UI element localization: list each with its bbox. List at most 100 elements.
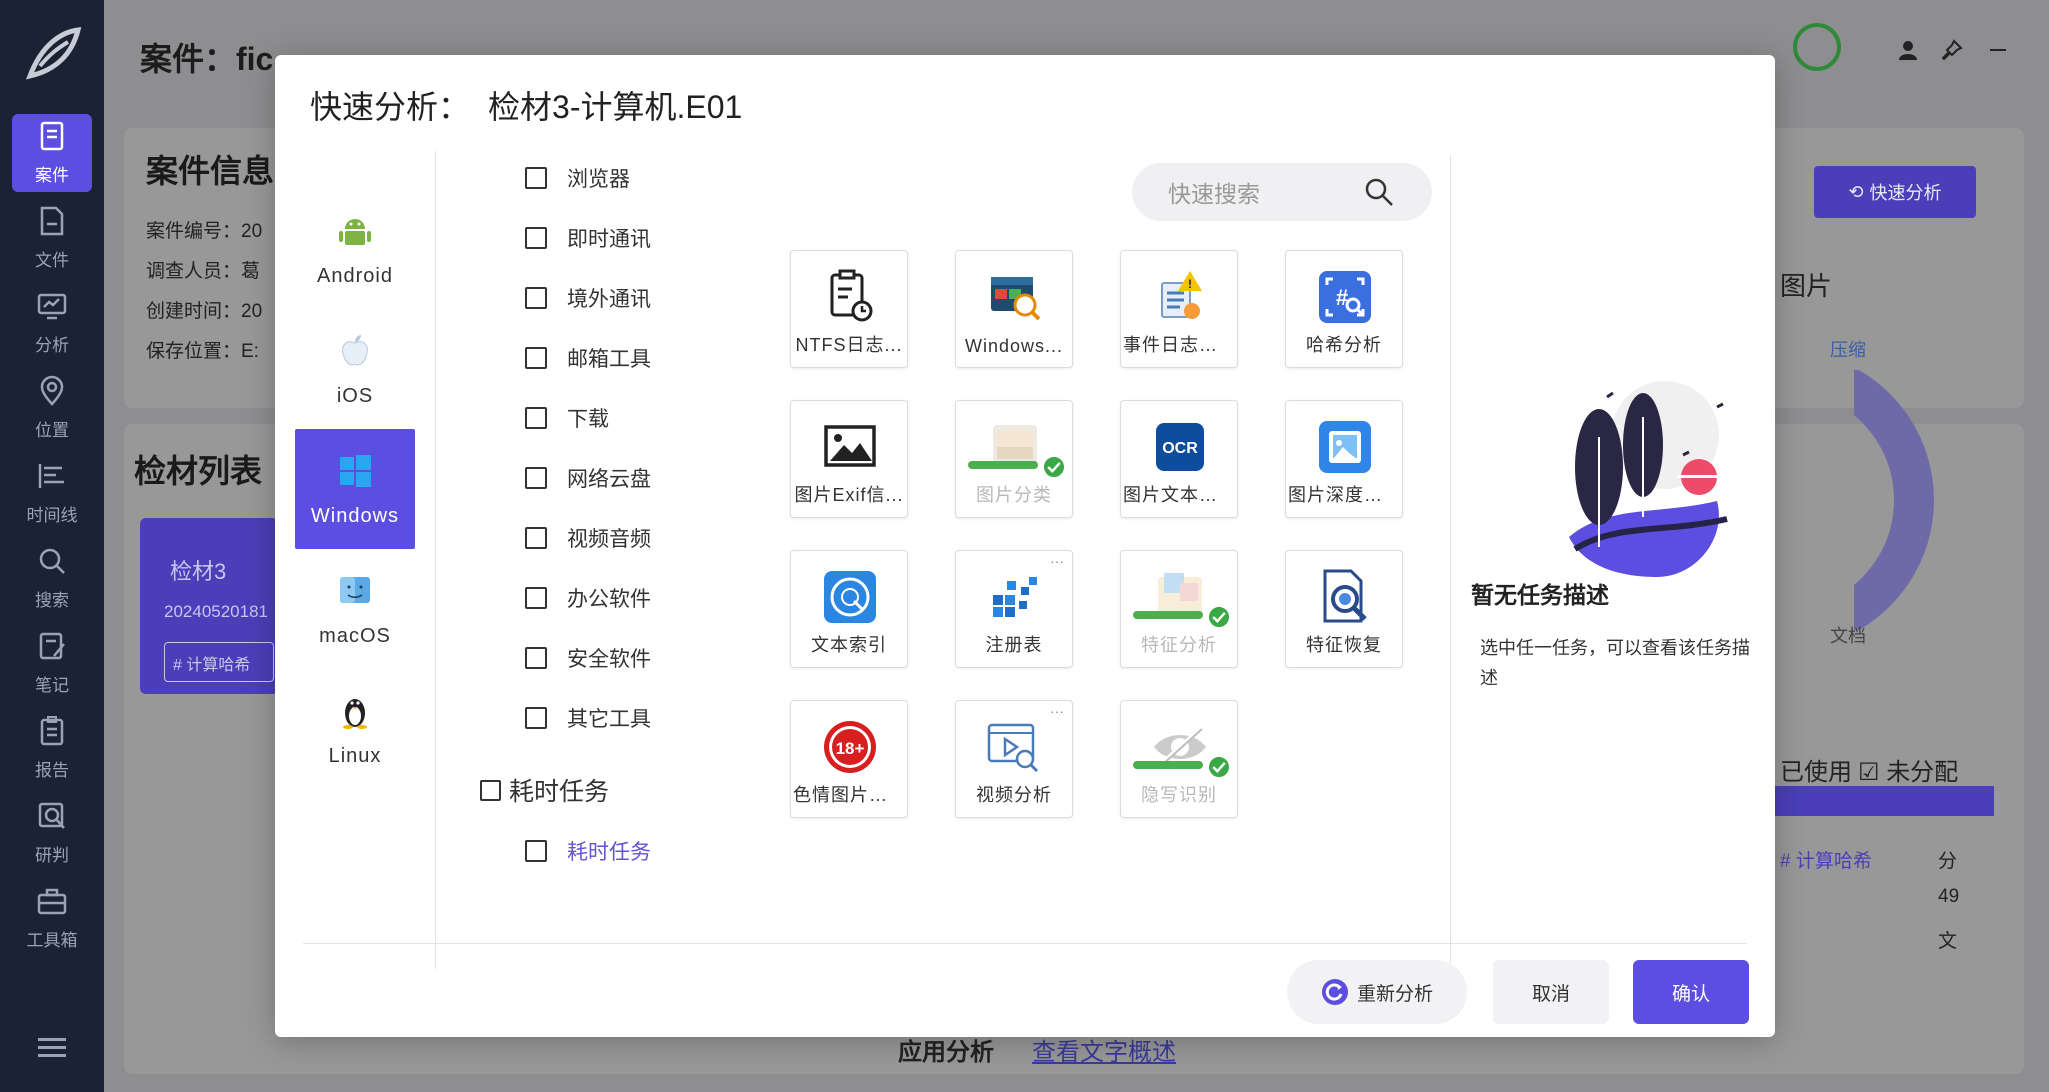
category-item-label: 其它工具 <box>567 708 651 731</box>
checkbox[interactable] <box>525 467 547 489</box>
category-item[interactable]: 办公软件 <box>525 583 651 613</box>
macos-icon <box>335 571 375 625</box>
category-group-label: 耗时任务 <box>509 778 610 806</box>
more-icon[interactable]: ··· <box>1050 554 1064 568</box>
category-item-label: 邮箱工具 <box>567 348 651 371</box>
search-placeholder: 快速搜索 <box>1168 181 1260 207</box>
tool-card[interactable]: ··· 视频分析 <box>955 700 1073 818</box>
os-divider <box>435 151 436 969</box>
category-item[interactable]: 即时通讯 <box>525 223 651 253</box>
category-item[interactable]: 耗时任务 <box>525 836 651 866</box>
windows-tool-icon <box>985 267 1045 327</box>
dialog-title-file: 检材3-计算机.E01 <box>488 89 743 125</box>
image-recover-icon <box>1315 417 1375 477</box>
checkbox[interactable] <box>525 167 547 189</box>
linux-icon <box>335 691 375 745</box>
search-input[interactable]: 快速搜索 <box>1132 163 1432 221</box>
tool-card[interactable]: NTFS日志... <box>790 250 908 368</box>
event-log-icon: ! <box>1150 267 1210 327</box>
os-tab-label: macOS <box>319 624 391 647</box>
tool-label: 色情图片文... <box>793 785 907 805</box>
category-item[interactable]: 视频音频 <box>525 523 651 553</box>
os-tab-ios[interactable]: iOS <box>295 309 415 429</box>
reanalyze-label: 重新分析 <box>1356 983 1433 1005</box>
registry-icon <box>985 567 1045 627</box>
checkbox[interactable] <box>525 707 547 729</box>
category-item-label: 网络云盘 <box>567 468 651 491</box>
tool-label: 图片深度恢... <box>1288 485 1402 505</box>
category-item[interactable]: 网络云盘 <box>525 463 651 493</box>
tool-card[interactable]: # 哈希分析 <box>1285 250 1403 368</box>
done-check-icon <box>1207 605 1231 629</box>
checkbox[interactable] <box>525 287 547 309</box>
tool-card[interactable]: Windows... <box>955 250 1073 368</box>
tool-label: 注册表 <box>985 635 1043 655</box>
tool-card[interactable]: 图片Exif信... <box>790 400 908 518</box>
os-tab-android[interactable]: Android <box>295 189 415 309</box>
tool-card[interactable]: ··· 注册表 <box>955 550 1073 668</box>
checkbox[interactable] <box>525 527 547 549</box>
tool-card[interactable]: 18+ 色情图片文... <box>790 700 908 818</box>
image-exif-icon <box>820 417 880 477</box>
done-check-icon <box>1042 455 1066 479</box>
tool-label: 特征分析 <box>1141 635 1217 655</box>
checkbox[interactable] <box>525 407 547 429</box>
tool-card[interactable]: 隐写识别 <box>1120 700 1238 818</box>
tool-card[interactable]: 图片深度恢... <box>1285 400 1403 518</box>
category-item[interactable]: 其它工具 <box>525 703 651 733</box>
windows-icon <box>335 451 375 505</box>
tool-card[interactable]: 图片分类 <box>955 400 1073 518</box>
more-icon[interactable]: ··· <box>1050 704 1064 718</box>
desc-divider <box>1450 155 1451 969</box>
os-tab-label: Windows <box>310 504 400 527</box>
progress-bar <box>1133 611 1203 619</box>
os-tab-linux[interactable]: Linux <box>295 669 415 789</box>
apple-icon <box>335 331 375 385</box>
tool-label: 图片分类 <box>976 485 1052 505</box>
tool-card[interactable]: OCR 图片文本识... <box>1120 400 1238 518</box>
category-item[interactable]: 浏览器 <box>525 163 630 193</box>
progress-bar <box>1133 761 1203 769</box>
tool-card[interactable]: ! 事件日志恢... <box>1120 250 1238 368</box>
svg-text:OCR: OCR <box>1162 440 1198 457</box>
os-tab-windows[interactable]: Windows <box>295 429 415 549</box>
confirm-button[interactable]: 确认 <box>1633 960 1749 1024</box>
category-item[interactable]: 境外通讯 <box>525 283 651 313</box>
tool-label: 文本索引 <box>811 635 887 655</box>
checkbox[interactable] <box>525 647 547 669</box>
reanalyze-button[interactable]: 重新分析 <box>1287 960 1467 1024</box>
category-item-label: 下载 <box>567 408 609 431</box>
svg-text:!: ! <box>1188 277 1192 291</box>
checkbox[interactable] <box>525 587 547 609</box>
ocr-icon: OCR <box>1150 417 1210 477</box>
category-item[interactable]: 下载 <box>525 403 609 433</box>
feature-recover-icon <box>1315 567 1375 627</box>
category-item[interactable]: 安全软件 <box>525 643 651 673</box>
tool-label: Windows... <box>964 336 1064 356</box>
progress-bar <box>968 461 1038 469</box>
tool-label: 特征恢复 <box>1306 635 1382 655</box>
os-tab-label: iOS <box>336 384 374 407</box>
tool-card[interactable]: 文本索引 <box>790 550 908 668</box>
os-tab-label: Android <box>317 264 393 287</box>
video-analysis-icon <box>985 717 1045 777</box>
category-group[interactable]: 耗时任务 <box>480 772 609 808</box>
os-tab-macos[interactable]: macOS <box>295 549 415 669</box>
category-item-label: 耗时任务 <box>567 841 651 864</box>
adult-content-icon: 18+ <box>820 717 880 777</box>
cancel-button[interactable]: 取消 <box>1493 960 1609 1024</box>
os-tab-label: Linux <box>328 744 382 767</box>
search-icon[interactable] <box>1364 177 1394 207</box>
tool-label: NTFS日志... <box>795 335 903 355</box>
checkbox[interactable] <box>525 840 547 862</box>
category-item-label: 安全软件 <box>567 648 651 671</box>
category-item-label: 视频音频 <box>567 528 651 551</box>
tool-card[interactable]: 特征分析 <box>1120 550 1238 668</box>
checkbox[interactable] <box>525 347 547 369</box>
tool-label: 哈希分析 <box>1306 335 1382 355</box>
checkbox[interactable] <box>480 779 501 801</box>
checkbox[interactable] <box>525 227 547 249</box>
category-item[interactable]: 邮箱工具 <box>525 343 651 373</box>
tool-label: 图片文本识... <box>1123 485 1237 505</box>
category-item-label: 即时通讯 <box>567 228 651 251</box>
